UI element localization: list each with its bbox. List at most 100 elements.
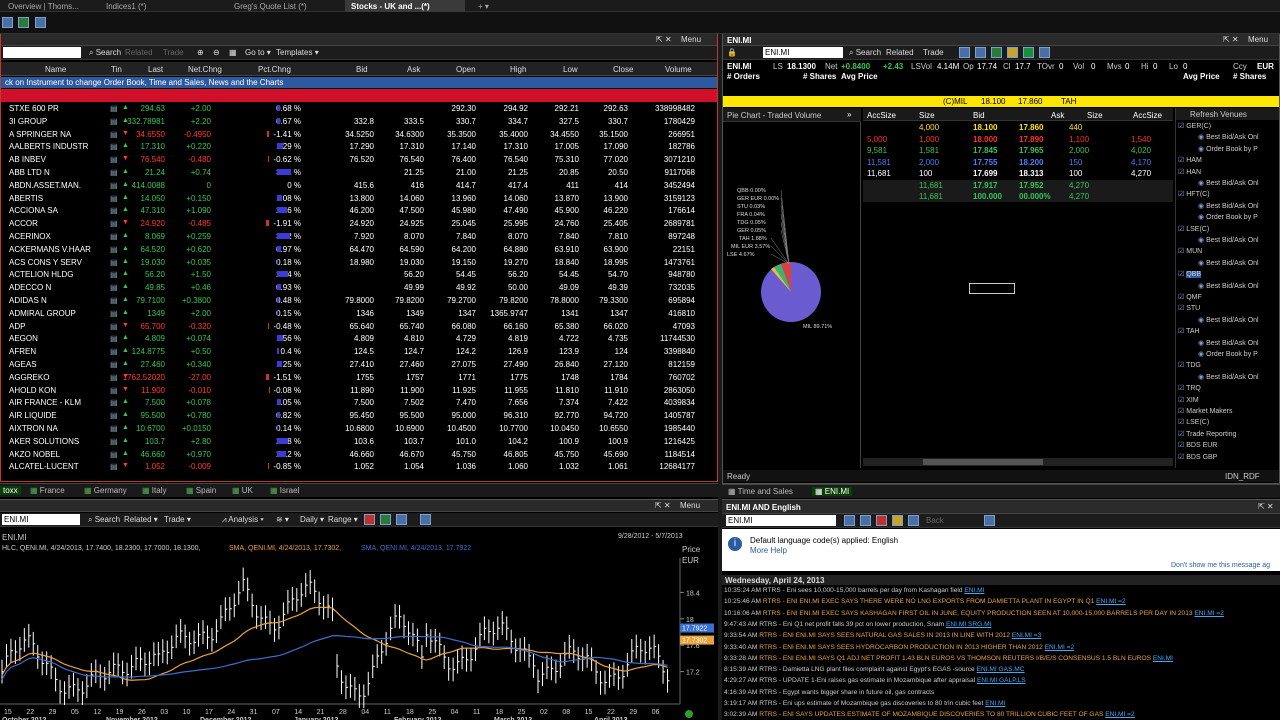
chart-link-icon[interactable]: ▤ <box>110 322 118 331</box>
region-tab[interactable]: toxx <box>0 486 21 495</box>
globe-icon[interactable] <box>1023 47 1034 58</box>
col-high[interactable]: High <box>510 65 526 74</box>
table-row[interactable]: ▼ ACCOR ▤ 24.920 -0.485 -1.91 % 24.920 24.925 25… <box>1 217 717 230</box>
zoom-in-icon[interactable]: ⊕ <box>197 48 204 57</box>
news-ric-link[interactable]: ENI.MI <box>985 700 1005 707</box>
news-ric-link[interactable]: ENI.MI =2 <box>1096 598 1126 605</box>
zoom-out-icon[interactable]: ⊖ <box>213 48 220 57</box>
chart-link-icon[interactable]: ▤ <box>110 462 118 471</box>
chart-link-icon[interactable]: ▤ <box>110 130 118 139</box>
chart-link-icon[interactable]: ▤ <box>110 283 118 292</box>
venue-item[interactable]: ◉ Order Book by P <box>1198 145 1258 153</box>
instrument-name[interactable]: AB INBEV <box>9 155 46 164</box>
col-tin[interactable]: Tin <box>111 65 122 74</box>
venue-checkbox[interactable]: ◉ <box>1198 374 1206 381</box>
table-row[interactable]: ▲ ADIDAS N ▤ 79.7100 +0.3800 0.48 % 79.8000 79.… <box>1 294 717 307</box>
venue-checkbox[interactable]: ◉ <box>1198 283 1206 290</box>
search-button[interactable]: ⌕ Search <box>849 48 881 58</box>
print-icon[interactable] <box>959 47 970 58</box>
price-chart[interactable]: 18.41817.617.217.792217.730215 22 29 05 12 19… <box>0 558 718 720</box>
chart-link-icon[interactable]: ▤ <box>110 347 118 356</box>
table-row[interactable]: ▲ ADECCO N ▤ 49.85 +0.46 0.93 % 49.99 49.92 50.0… <box>1 281 717 294</box>
instrument-name[interactable]: ALCATEL-LUCENT <box>9 462 79 471</box>
venue-checkbox[interactable]: ◉ <box>1198 146 1206 153</box>
instrument-name[interactable]: ACKERMANS V.HAAR <box>9 245 91 254</box>
search-button[interactable]: ⌕ Search <box>88 515 120 525</box>
table-row[interactable]: ▲ABB LTD N▤21.24+0.743.61 %21.2521.0021.… <box>1 166 717 179</box>
menu-button[interactable]: Menu <box>680 501 700 510</box>
col-ask[interactable]: Ask <box>407 65 420 74</box>
interval-button[interactable]: Daily ▾ <box>300 515 324 524</box>
venue-item[interactable]: ◉ Best Bid/Ask Onl <box>1198 259 1259 267</box>
col-last[interactable]: Last <box>148 65 163 74</box>
venue-checkbox[interactable]: ☑ <box>1178 419 1186 426</box>
goto-button[interactable]: Go to ▾ <box>245 48 271 57</box>
window-controls[interactable]: ⇱ ✕ <box>655 501 671 510</box>
venue-checkbox[interactable]: ☑ <box>1178 397 1186 404</box>
instrument-name[interactable]: ACS CONS Y SERV <box>9 258 82 267</box>
instrument-name[interactable]: AALBERTS INDUSTR <box>9 142 88 151</box>
news-ric-link[interactable]: ENI.MI =2 <box>1194 610 1224 617</box>
venue-checkbox[interactable]: ☑ <box>1178 408 1186 415</box>
instrument-name[interactable]: ABDN.ASSET.MAN. <box>9 181 81 190</box>
instrument-name[interactable]: ADIDAS N <box>9 296 47 305</box>
news-headline[interactable]: RTRS - Eni ups estimate of Mozambique ga… <box>759 700 985 707</box>
region-tab[interactable]: ▦ Germany <box>84 486 127 495</box>
venue-item[interactable]: ◉ Best Bid/Ask Onl <box>1198 339 1259 347</box>
instrument-name[interactable]: AIR FRANCE - KLM <box>9 398 81 407</box>
table-row[interactable]: ▼ AGGREKO ▤ 1762.52020 -27.00 -1.51 % 1755 1757… <box>1 371 717 384</box>
table-row[interactable]: ▲ AGEAS ▤ 27.460 +0.340 1.25 % 27.410 27.460 27.… <box>1 358 717 371</box>
depth-row[interactable]: 11,681 100 17.699 18.313 100 4,270 <box>863 168 1173 179</box>
venue-item[interactable]: ☑ STU <box>1178 304 1200 312</box>
venue-item[interactable]: ◉ Best Bid/Ask Onl <box>1198 373 1259 381</box>
instrument-name[interactable]: ADECCO N <box>9 283 51 292</box>
venue-checkbox[interactable]: ◉ <box>1198 260 1206 267</box>
refresh-icon[interactable] <box>18 17 29 28</box>
news-item[interactable]: 9:33:28 AM RTRS - ENI ENI.MI SAYS Q1 ADJ… <box>724 655 1173 662</box>
venue-item[interactable]: ◉ Order Book by P <box>1198 350 1258 358</box>
tab-gregs-quote-list[interactable]: Greg's Quote List (*) <box>228 0 338 12</box>
table-row[interactable]: ▼ AB INBEV ▤ 76.540 -0.480 -0.62 % 76.520 76.54… <box>1 153 717 166</box>
chart-link-icon[interactable]: ▤ <box>110 142 118 151</box>
order-book-ric-input[interactable]: ENI.MI <box>763 47 843 58</box>
chart-link-icon[interactable]: ▤ <box>110 437 118 446</box>
crosshair-icon[interactable] <box>396 514 407 525</box>
chart-link-icon[interactable]: ▤ <box>110 373 118 382</box>
chart-link-icon[interactable]: ▤ <box>110 424 118 433</box>
venue-item[interactable]: ☑ LSE(C) <box>1178 225 1209 233</box>
tab-indices1[interactable]: Indices1 (*) <box>100 0 220 12</box>
table-row[interactable]: ▲ ACKERMANS V.HAAR ▤ 64.520 +0.620 0.97 % 64.4… <box>1 243 717 256</box>
instrument-name[interactable]: AFREN <box>9 347 36 356</box>
table-row[interactable]: ▲ STXE 600 PR ▤ 294.63 +2.00 0.68 % 292.30 294.… <box>1 102 717 115</box>
chart-link-icon[interactable]: ▤ <box>110 334 118 343</box>
alert-icon[interactable] <box>1007 47 1018 58</box>
news-item[interactable]: 9:47:43 AM RTRS - Eni Q1 net profit fall… <box>724 621 991 628</box>
back-button[interactable]: Back <box>926 516 944 525</box>
lock-icon[interactable]: 🔒 <box>727 48 737 57</box>
chart-link-icon[interactable]: ▤ <box>110 117 118 126</box>
instrument-name[interactable]: AGGREKO <box>9 373 49 382</box>
depth-hdr-accsize-bid[interactable]: AccSize <box>867 111 896 120</box>
chart-link-icon[interactable]: ▤ <box>110 309 118 318</box>
table-row[interactable]: ▲ AFREN ▤ 124.8775 +0.50 0.4 % 124.5 124.7 124.2… <box>1 345 717 358</box>
instrument-name[interactable]: ADMIRAL GROUP <box>9 309 76 318</box>
table-row[interactable]: ▲ ABDN.ASSET.MAN. ▤ 414.0088 0 0 % 415.6 416 414… <box>1 179 717 192</box>
news-item[interactable]: 10:16:06 AM RTRS - ENI ENI.MI EXEC SAYS … <box>724 610 1224 617</box>
news-folder-icon[interactable] <box>892 515 903 526</box>
table-row[interactable]: ▲ AIXTRON NA ▤ 10.6700 +0.0150 0.14 % 10.6800 1… <box>1 422 717 435</box>
chart-link-icon[interactable]: ▤ <box>110 194 118 203</box>
venue-checkbox[interactable]: ☑ <box>1178 169 1186 176</box>
depth-hdr-size-bid[interactable]: Size <box>919 111 935 120</box>
instrument-name[interactable]: AIXTRON NA <box>9 424 58 433</box>
venue-checkbox[interactable]: ☑ <box>1178 191 1186 198</box>
venue-item[interactable]: ◉ Best Bid/Ask Onl <box>1198 282 1259 290</box>
news-ric-link[interactable]: ENI.MI =3 <box>1012 632 1042 639</box>
tab-overview[interactable]: Overview | Thoms... <box>2 0 88 12</box>
news-alert-icon[interactable] <box>876 515 887 526</box>
table-row[interactable]: ▲ ACS CONS Y SERV ▤ 19.030 +0.035 0.18 % 18.98… <box>1 256 717 269</box>
window-controls[interactable]: ⇱ ✕ <box>656 35 672 44</box>
news-ric-link[interactable]: ENI.MI <box>964 587 984 594</box>
col-open[interactable]: Open <box>456 65 476 74</box>
news-headline[interactable]: RTRS - Eni sees 10,000-15,000 barrels pe… <box>763 587 964 594</box>
trade-button[interactable]: Trade ▾ <box>164 515 191 524</box>
